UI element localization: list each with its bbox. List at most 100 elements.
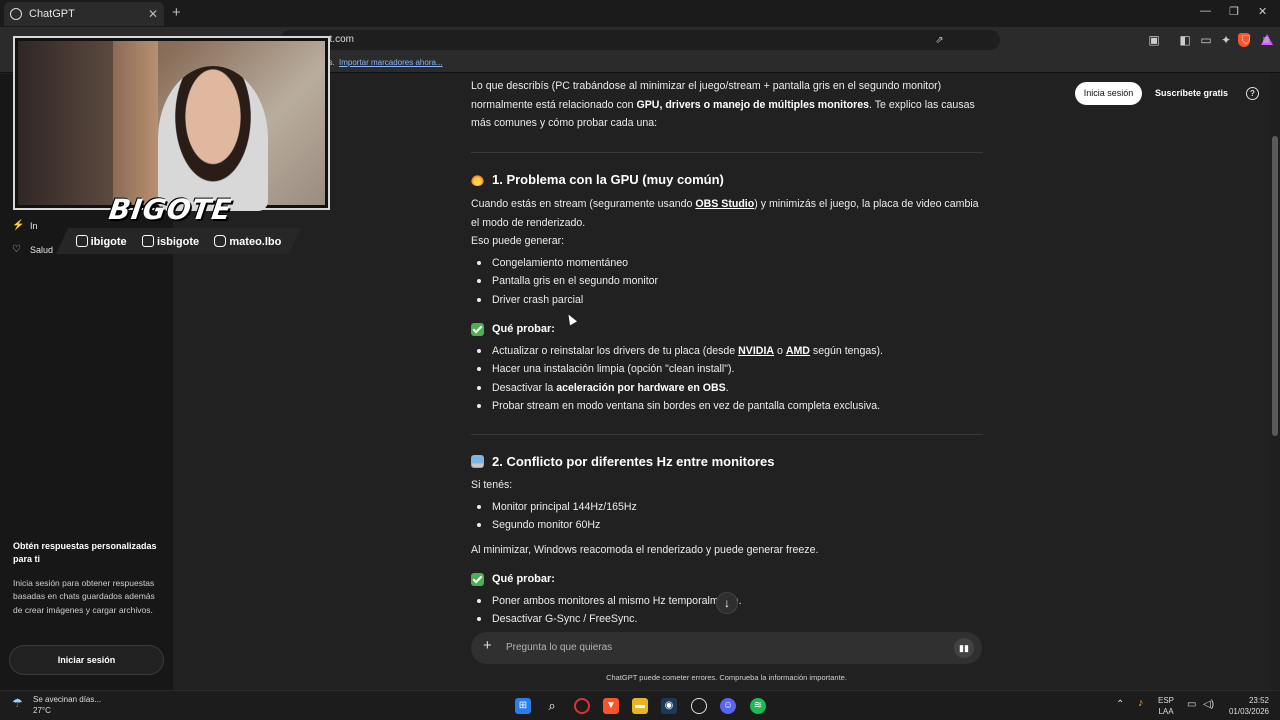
t1-end: según tengas). (809, 344, 883, 357)
twitch-handle-text: ibigote (90, 235, 127, 248)
tray-chevron-up-icon[interactable]: ⌃ (1116, 699, 1124, 710)
leo-ai-icon[interactable]: ✦ (1219, 33, 1233, 47)
spotify-icon[interactable]: ≋ (750, 698, 766, 714)
section-1-list: Congelamiento momentáneo Pantalla gris e… (471, 254, 983, 310)
tab-close-icon[interactable]: ✕ (148, 7, 158, 21)
menu-icon[interactable]: ≡ (1259, 33, 1273, 47)
t1-mid: o (774, 344, 786, 357)
section-2-title: 2. Conflicto por diferentes Hz entre mon… (492, 453, 775, 469)
fire-icon (471, 173, 484, 187)
keyboard-layout: LAA (1158, 707, 1174, 716)
search-icon[interactable]: ⌕ (544, 698, 560, 714)
webcam-overlay (13, 36, 330, 211)
weather-text-block: Se avecinan días... 27°C (33, 694, 123, 716)
new-tab-icon[interactable]: + (172, 4, 181, 21)
test-heading-2: Qué probar: (471, 570, 983, 589)
test-heading-text: Qué probar: (492, 323, 555, 335)
tab-title: ChatGPT (29, 8, 75, 20)
tab-search-icon[interactable]: ▣ (1147, 33, 1161, 47)
heart-icon: ♡ (12, 244, 21, 255)
weather-rain-icon: ☂ (12, 696, 23, 710)
section-1-paragraph: Cuando estás en stream (seguramente usan… (471, 195, 983, 232)
sidebar-toggle-icon[interactable]: ◧ (1178, 33, 1192, 47)
list-item: Desactivar G-Sync / FreeSync. (477, 610, 983, 629)
assistant-message: Lo que describís (PC trabándose al minim… (471, 77, 983, 629)
windows-start-icon[interactable]: ⊞ (515, 698, 531, 714)
windows-taskbar: ☂ Se avecinan días... 27°C ⊞ ⌕ ▼ ▬ ◉ ☺ ≋… (0, 690, 1280, 720)
list-item: Hacer una instalación limpia (opción "cl… (477, 360, 983, 379)
t3-bold: aceleración por hardware en OBS (556, 381, 726, 394)
twitch-kick-handle: ibigote (75, 234, 127, 248)
attach-plus-icon[interactable]: + (483, 637, 492, 654)
webcam-background (113, 41, 158, 205)
wallet-icon[interactable]: ▭ (1199, 33, 1213, 47)
page-scrollbar[interactable] (1270, 74, 1280, 690)
clock-time: 23:52 (1248, 696, 1269, 705)
clock[interactable]: 23:52 01/03/2026 (1225, 695, 1269, 717)
intro-bold: GPU, drivers o manejo de múltiples monit… (636, 98, 870, 111)
minimize-icon[interactable]: — (1200, 5, 1211, 17)
computer-icon (471, 455, 484, 469)
chatgpt-favicon-icon (10, 8, 22, 20)
section-1-title: 1. Problema con la GPU (muy común) (492, 171, 724, 187)
amd-link[interactable]: AMD (786, 345, 810, 357)
file-explorer-icon[interactable]: ▬ (632, 698, 648, 714)
nvidia-link[interactable]: NVIDIA (738, 345, 774, 357)
pulse-icon: ⚡ (12, 220, 25, 231)
chatgpt-app-icon[interactable] (691, 698, 707, 714)
t1-text: Actualizar o reinstalar los drivers de t… (492, 344, 739, 357)
check-icon (471, 322, 484, 336)
twitch-icon (75, 234, 88, 247)
vpn-shield-icon[interactable]: ⛉ (1239, 33, 1253, 47)
brave-browser-icon[interactable]: ▼ (603, 698, 619, 714)
import-bookmarks-link[interactable]: Importar marcadores ahora... (339, 58, 443, 67)
list-item: Monitor principal 144Hz/165Hz (477, 498, 983, 517)
login-button[interactable]: Inicia sesión (1075, 82, 1142, 105)
help-icon[interactable]: ? (1246, 87, 1259, 100)
voice-mode-icon[interactable]: ▮▮ (954, 638, 974, 658)
list-item: Pantalla gris en el segundo monitor (477, 272, 983, 291)
streamer-image (158, 66, 268, 211)
sidebar-item-label: Salud (30, 244, 54, 255)
network-icon[interactable]: ▭ (1187, 699, 1196, 710)
list-item: Congelamiento momentáneo (477, 254, 983, 273)
list-item: Segundo monitor 60Hz (477, 516, 983, 535)
prompt-composer[interactable]: + Pregunta lo que quieras ▮▮ (471, 632, 982, 664)
streamer-name-logo: BIGOTE (106, 193, 235, 226)
sidebar-item-in[interactable]: ⚡ In (12, 220, 38, 231)
social-handles: ibigote isbigote mateo.lbo (56, 228, 301, 254)
language-indicator[interactable]: ESP LAA (1158, 695, 1174, 717)
tiktok-handle: isbigote (141, 234, 200, 248)
steam-icon[interactable]: ◉ (661, 698, 677, 714)
scrollbar-thumb[interactable] (1272, 136, 1278, 436)
prompt-input[interactable]: Pregunta lo que quieras (506, 642, 612, 653)
disclaimer: ChatGPT puede cometer errores. Comprueba… (606, 673, 847, 682)
section-1-tests: Actualizar o reinstalar los drivers de t… (471, 342, 983, 416)
test-heading-1: Qué probar: (471, 320, 983, 339)
section-2-paragraph-2: Al minimizar, Windows reacomoda el rende… (471, 543, 819, 556)
url-bar[interactable]: pt.com ⇗ (280, 30, 1273, 50)
t3-end: . (725, 381, 729, 394)
window-close-icon[interactable]: ✕ (1258, 5, 1267, 18)
opera-icon[interactable] (574, 698, 590, 714)
scroll-down-icon[interactable]: ↓ (716, 592, 738, 614)
share-icon[interactable]: ⇗ (934, 35, 945, 46)
list-item: Probar stream en modo ventana sin bordes… (477, 397, 983, 416)
tab-chatgpt[interactable]: ChatGPT ✕ (4, 2, 164, 26)
instagram-handle: mateo.lbo (214, 234, 282, 248)
volume-icon[interactable]: ◁) (1203, 699, 1214, 710)
instagram-handle-text: mateo.lbo (229, 235, 282, 248)
section-2-list: Monitor principal 144Hz/165Hz Segundo mo… (471, 498, 983, 535)
maximize-icon[interactable]: ❐ (1229, 5, 1239, 18)
subscribe-button[interactable]: Suscríbete gratis (1149, 82, 1234, 105)
discord-icon[interactable]: ☺ (720, 698, 736, 714)
promo-text: Inicia sesión para obtener respuestas ba… (13, 578, 155, 615)
section-1-paragraph-2: Eso puede generar: (471, 235, 565, 247)
weather-temp: 27°C (33, 706, 51, 715)
sidebar-item-salud[interactable]: ♡ Salud (12, 244, 53, 255)
t3-text: Desactivar la (492, 381, 557, 394)
microphone-icon[interactable]: ♪ (1138, 698, 1144, 709)
obs-studio-link[interactable]: OBS Studio (695, 198, 754, 210)
tiktok-handle-text: isbigote (156, 235, 200, 248)
sidebar-login-button[interactable]: Iniciar sesión (9, 645, 164, 675)
